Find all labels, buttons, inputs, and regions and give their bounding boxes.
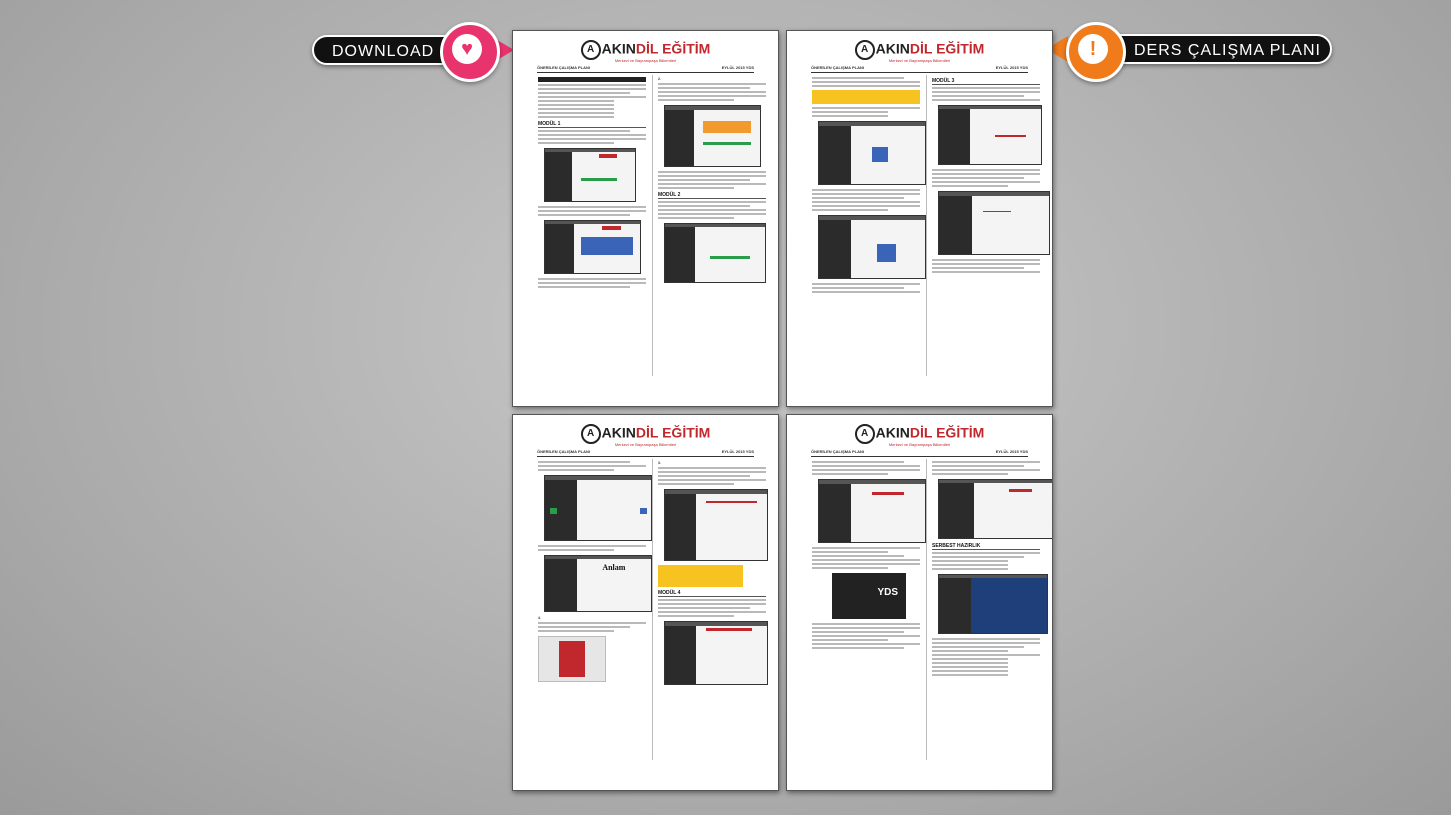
document-page-3[interactable]: A AKINDİL EĞİTİM Merkezi ve Bayrampaşa Bi… xyxy=(512,414,779,791)
left-column: YDS xyxy=(812,459,926,651)
screenshot-thumbnail xyxy=(664,105,761,167)
download-label: DOWNLOAD xyxy=(332,43,435,60)
screenshot-caption: Anlam xyxy=(602,562,626,572)
heart-icon: ♥ xyxy=(452,34,482,64)
logo-a-icon: A xyxy=(580,40,601,60)
column-divider xyxy=(926,459,927,760)
screenshot-thumbnail xyxy=(938,191,1050,255)
module-heading: SERBEST HAZIRLIK xyxy=(932,543,1040,550)
right-column: SERBEST HAZIRLIK xyxy=(932,459,1052,678)
document-page-4[interactable]: A AKINDİL EĞİTİM Merkezi ve Bayrampaşa Bi… xyxy=(786,414,1053,791)
highlight-note xyxy=(658,565,743,587)
left-column: Anlam 4. xyxy=(538,459,652,682)
module-heading: MODÜL 1 xyxy=(538,121,646,128)
screenshot-thumbnail xyxy=(818,215,926,279)
page-header: ÖNERİLEN ÇALIŞMA PLANI EYLÜL 2015 YDS xyxy=(811,449,1028,457)
left-column: MODÜL 1 xyxy=(538,75,646,290)
screenshot-thumbnail xyxy=(664,621,768,685)
screenshot-thumbnail xyxy=(544,220,641,274)
highlight-note xyxy=(812,90,920,104)
page-header: ÖNERİLEN ÇALIŞMA PLANI EYLÜL 2015 YDS xyxy=(537,449,754,457)
right-column: MODÜL 3 xyxy=(932,75,1050,275)
brand-logo: A AKINDİL EĞİTİM Merkezi ve Bayrampaşa Bi… xyxy=(513,424,778,447)
screenshot-thumbnail xyxy=(938,105,1042,165)
column-divider xyxy=(652,75,653,376)
screenshot-thumbnail xyxy=(664,223,766,283)
module-heading: MODÜL 2 xyxy=(658,192,766,199)
right-column: 3. MODÜL 4 xyxy=(658,459,768,689)
page-header: ÖNERİLEN ÇALIŞMA PLANI EYLÜL 2015 YDS xyxy=(811,65,1028,73)
brand-logo: A AKINDİL EĞİTİM Merkezi ve Bayrampaşa Bi… xyxy=(787,424,1052,447)
right-column: 2. MODÜL 2 xyxy=(658,75,766,287)
module-heading: MODÜL 3 xyxy=(932,78,1040,85)
logo-a-icon: A xyxy=(580,424,601,444)
screenshot-thumbnail xyxy=(544,148,636,202)
screenshot-thumbnail xyxy=(544,475,652,541)
document-page-1[interactable]: A AKINDİL EĞİTİM Merkezi ve Bayrampaşa Bi… xyxy=(512,30,779,407)
screenshot-thumbnail xyxy=(818,121,926,185)
document-page-2[interactable]: A AKINDİL EĞİTİM Merkezi ve Bayrampaşa Bi… xyxy=(786,30,1053,407)
screenshot-thumbnail xyxy=(664,489,768,561)
logo-a-icon: A xyxy=(854,40,875,60)
brand-logo: A AKINDİL EĞİTİM Merkezi ve Bayrampaşa Bi… xyxy=(787,40,1052,63)
left-column xyxy=(812,75,926,295)
exclamation-icon: ! xyxy=(1078,34,1108,64)
screenshot-thumbnail xyxy=(938,479,1052,539)
study-plan-button[interactable]: DERS ÇALIŞMA PLANI xyxy=(1100,34,1332,64)
screenshot-thumbnail: Anlam xyxy=(544,555,652,612)
screenshot-thumbnail xyxy=(818,479,926,543)
download-badge[interactable]: ♥ xyxy=(440,22,500,82)
study-plan-label: DERS ÇALIŞMA PLANI xyxy=(1134,42,1321,59)
module-heading: MODÜL 4 xyxy=(658,590,766,597)
screenshot-thumbnail xyxy=(938,574,1048,634)
study-plan-badge[interactable]: ! xyxy=(1066,22,1126,82)
book-title: YDS xyxy=(877,587,898,598)
brand-logo: A AKINDİL EĞİTİM Merkezi ve Bayrampaşa Bi… xyxy=(513,40,778,63)
book-image: YDS xyxy=(832,573,906,619)
book-thumbnail xyxy=(538,636,606,682)
column-divider xyxy=(926,75,927,376)
column-divider xyxy=(652,459,653,760)
logo-a-icon: A xyxy=(854,424,875,444)
page-header: ÖNERİLEN ÇALIŞMA PLANI EYLÜL 2015 YDS xyxy=(537,65,754,73)
